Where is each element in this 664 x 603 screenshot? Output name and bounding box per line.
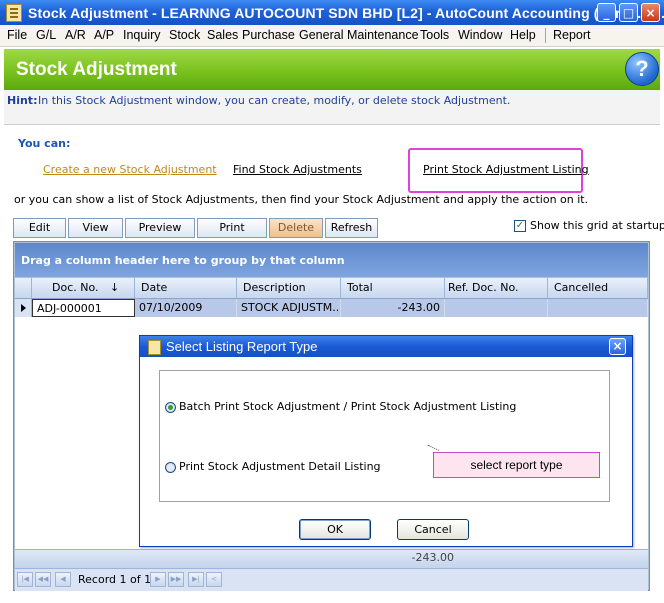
- menu-ap[interactable]: A/P: [94, 28, 114, 42]
- cell-date[interactable]: 07/10/2009: [135, 299, 237, 317]
- cell-cancelled[interactable]: [548, 299, 648, 317]
- annotation-note: select report type: [433, 452, 600, 478]
- menu-general-maintenance[interactable]: General Maintenance: [299, 28, 419, 42]
- dialog-app-icon: [148, 340, 161, 355]
- refresh-button[interactable]: Refresh: [325, 218, 378, 238]
- menu-help[interactable]: Help: [510, 28, 536, 42]
- column-label: Doc. No.: [52, 281, 99, 294]
- first-record-icon[interactable]: |◀: [17, 572, 33, 587]
- window-title: Stock Adjustment - LEARNNG AUTOCOUNT SDN…: [28, 5, 664, 21]
- next-record-icon[interactable]: ▶: [150, 572, 166, 587]
- cell-total[interactable]: -243.00: [341, 299, 445, 317]
- dialog-title: Select Listing Report Type: [166, 339, 318, 354]
- menu-sales[interactable]: Sales: [207, 28, 238, 42]
- hint-text: In this Stock Adjustment window, you can…: [38, 94, 511, 107]
- record-navigator: |◀ ◀◀ ◀ Record 1 of 1 ▶ ▶▶ ▶| <: [15, 568, 648, 591]
- instructions-text: or you can show a list of Stock Adjustme…: [14, 193, 589, 206]
- cell-description[interactable]: STOCK ADJUSTM...: [237, 299, 341, 317]
- grid-footer: -243.00: [15, 549, 648, 568]
- menu-gl[interactable]: G/L: [36, 28, 56, 42]
- show-grid-label: Show this grid at startup: [530, 219, 664, 232]
- column-header-date[interactable]: Date: [135, 278, 237, 298]
- menu-tools[interactable]: Tools: [420, 28, 449, 42]
- prev-record-icon[interactable]: ◀: [55, 572, 71, 587]
- page-title: Stock Adjustment: [16, 59, 177, 80]
- report-type-group: Batch Print Stock Adjustment / Print Sto…: [159, 370, 610, 502]
- show-grid-checkbox[interactable]: ✓: [514, 220, 526, 232]
- record-counter: Record 1 of 1: [78, 573, 152, 586]
- table-row[interactable]: ADJ-000001 07/10/2009 STOCK ADJUSTM... -…: [15, 299, 648, 317]
- app-icon: [6, 4, 22, 22]
- batch-print-radio[interactable]: [165, 402, 176, 413]
- next-page-icon[interactable]: ▶▶: [168, 572, 184, 587]
- menu-report[interactable]: Report: [553, 28, 591, 42]
- detail-listing-label[interactable]: Print Stock Adjustment Detail Listing: [179, 460, 381, 473]
- hint-label: Hint:: [7, 94, 38, 107]
- cell-doc-no[interactable]: ADJ-000001: [32, 299, 135, 317]
- title-bar: Stock Adjustment - LEARNNG AUTOCOUNT SDN…: [0, 0, 664, 26]
- group-hint: Drag a column header here to group by th…: [21, 254, 345, 267]
- grid-header: Doc. No. ↓ Date Description Total Ref. D…: [15, 278, 648, 299]
- preview-button[interactable]: Preview: [125, 218, 195, 238]
- menu-stock[interactable]: Stock: [169, 28, 200, 42]
- cell-ref-doc-no[interactable]: [445, 299, 548, 317]
- dialog-close-button[interactable]: ×: [609, 338, 626, 355]
- group-panel[interactable]: Drag a column header here to group by th…: [15, 243, 648, 277]
- menu-ar[interactable]: A/R: [65, 28, 86, 42]
- view-button[interactable]: View: [68, 218, 123, 238]
- minimize-button[interactable]: _: [597, 3, 616, 22]
- row-indicator-header: [15, 278, 32, 298]
- page-header: Stock Adjustment ?: [4, 49, 660, 90]
- prev-page-icon[interactable]: ◀◀: [35, 572, 51, 587]
- print-button[interactable]: Print: [197, 218, 267, 238]
- column-header-doc-no[interactable]: Doc. No. ↓: [32, 278, 135, 298]
- print-listing-link[interactable]: Print Stock Adjustment Listing: [423, 163, 589, 176]
- delete-button[interactable]: Delete: [269, 218, 323, 238]
- column-header-cancelled[interactable]: Cancelled: [548, 278, 648, 298]
- create-stock-adjustment-link[interactable]: Create a new Stock Adjustment: [43, 163, 217, 176]
- edit-button[interactable]: Edit: [13, 218, 66, 238]
- menu-purchase[interactable]: Purchase: [242, 28, 295, 42]
- column-header-total[interactable]: Total: [341, 278, 445, 298]
- detail-listing-radio[interactable]: [165, 462, 176, 473]
- you-can-label: You can:: [18, 137, 71, 150]
- help-icon[interactable]: ?: [625, 52, 659, 86]
- sort-down-icon: ↓: [110, 281, 120, 294]
- menu-file[interactable]: File: [7, 28, 27, 42]
- dialog-title-bar: Select Listing Report Type ×: [140, 336, 632, 357]
- ok-button[interactable]: OK: [299, 519, 371, 540]
- menu-inquiry[interactable]: Inquiry: [123, 28, 161, 42]
- close-button[interactable]: ×: [641, 3, 660, 22]
- select-report-type-dialog: Select Listing Report Type × Batch Print…: [139, 335, 633, 547]
- hint-bar: Hint: In this Stock Adjustment window, y…: [4, 90, 660, 125]
- menu-bar: File G/L A/R A/P Inquiry Stock Sales Pur…: [0, 25, 664, 47]
- maximize-button[interactable]: □: [619, 3, 638, 22]
- find-stock-adjustments-link[interactable]: Find Stock Adjustments: [233, 163, 362, 176]
- row-indicator-icon: [15, 299, 32, 317]
- batch-print-label[interactable]: Batch Print Stock Adjustment / Print Sto…: [179, 400, 516, 413]
- dialog-body: Batch Print Stock Adjustment / Print Sto…: [140, 357, 632, 546]
- footer-total: -243.00: [411, 551, 454, 564]
- scroll-left-icon[interactable]: <: [206, 572, 222, 587]
- last-record-icon[interactable]: ▶|: [188, 572, 204, 587]
- menu-window[interactable]: Window: [458, 28, 502, 42]
- menu-separator: [545, 28, 546, 43]
- column-header-description[interactable]: Description: [237, 278, 341, 298]
- column-header-ref-doc-no[interactable]: Ref. Doc. No.: [445, 278, 548, 298]
- cancel-button[interactable]: Cancel: [397, 519, 469, 540]
